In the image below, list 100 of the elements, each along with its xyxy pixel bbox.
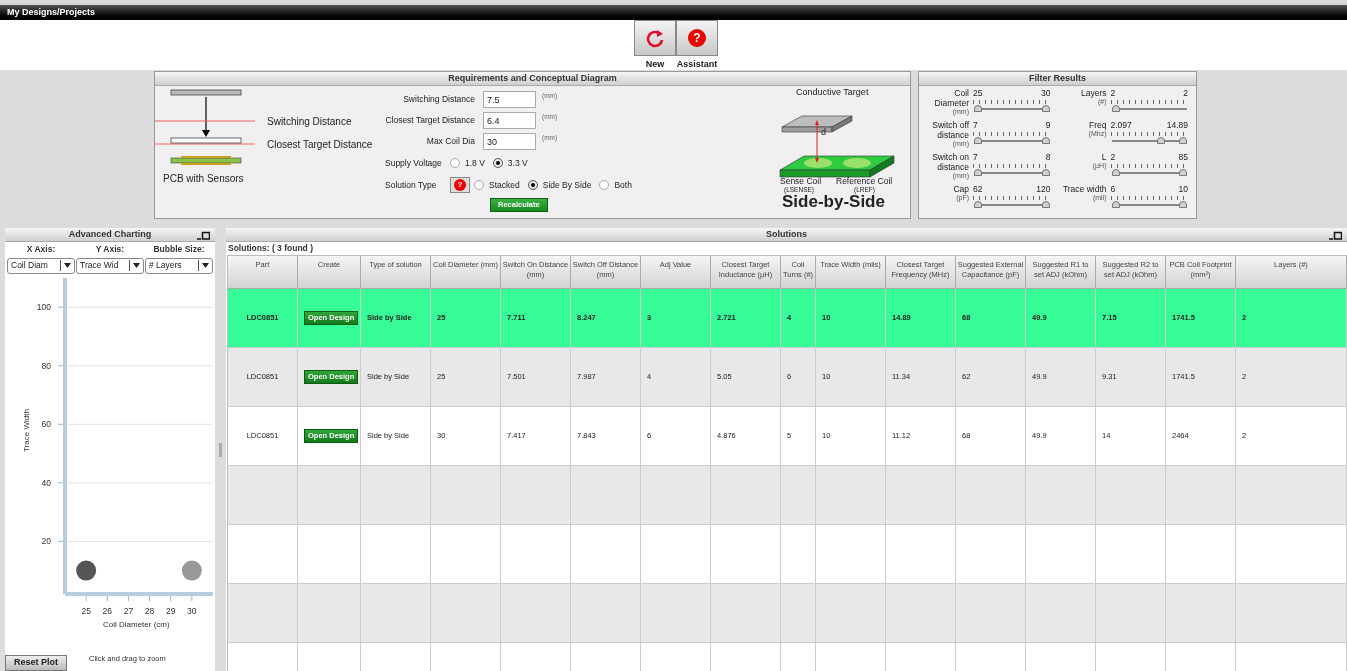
toolbar-label: Assistant <box>676 58 718 71</box>
axis-title: Trace Width <box>21 408 31 452</box>
tick-label: 28 <box>143 605 156 616</box>
slider-track[interactable] <box>1111 169 1187 177</box>
slider-label: L <box>1101 152 1107 162</box>
radio-option[interactable]: Side By Side <box>527 178 592 192</box>
window-controls-icon <box>196 231 210 240</box>
axis-dropdown[interactable]: Trace Wid <box>76 257 144 274</box>
tick-label: 100 <box>36 302 51 312</box>
panel-title: Advanced Charting <box>68 227 152 241</box>
tick-label: 20 <box>41 536 51 547</box>
max-value: 14.89 <box>1166 120 1188 130</box>
slider-track[interactable] <box>974 137 1050 145</box>
slider-thumb[interactable] <box>1041 105 1050 112</box>
text-field[interactable]: 6.4 <box>483 112 536 129</box>
refresh-button[interactable] <box>634 20 676 56</box>
reset-plot-button[interactable]: Reset Plot <box>5 655 67 671</box>
slider-thumb[interactable] <box>1111 105 1120 112</box>
min-value: 6 <box>1110 184 1116 194</box>
axis-label: X Axis: <box>25 243 57 256</box>
text-field[interactable]: 30 <box>483 133 536 150</box>
tick-label: 80 <box>41 360 51 371</box>
axis-label: Y Axis: <box>94 243 126 256</box>
radio-option[interactable]: Both <box>599 178 632 192</box>
refresh-icon <box>645 28 665 48</box>
slider-thumb[interactable] <box>1179 201 1187 208</box>
tick-label: 26 <box>101 605 113 616</box>
diagram-label: d <box>821 126 826 139</box>
slider-thumb[interactable] <box>1041 137 1050 144</box>
axis-dropdown[interactable]: # Layers <box>145 257 213 274</box>
slider-thumb[interactable] <box>974 169 982 176</box>
slider-track[interactable] <box>974 201 1050 209</box>
min-value: 2.097 <box>1110 120 1132 130</box>
bubble[interactable] <box>76 560 97 581</box>
empty-table-cell <box>781 465 816 525</box>
text-field[interactable]: 7.5 <box>483 91 536 108</box>
tick-label: 60 <box>41 419 51 430</box>
tick-label: 25 <box>80 605 92 616</box>
axis-label: Bubble Size: <box>152 243 206 256</box>
help-button[interactable]: ? <box>676 20 718 56</box>
field-label: Closest Target Distance <box>384 114 476 127</box>
slider-thumb[interactable] <box>1111 201 1120 208</box>
max-value: 30 <box>1041 88 1051 98</box>
slider-track[interactable] <box>1111 137 1187 145</box>
diagram-label: PCB with Sensors <box>163 172 244 186</box>
max-value: 85 <box>1178 152 1188 162</box>
empty-table-cell <box>781 524 816 584</box>
min-value: 2 <box>1110 88 1116 98</box>
slider-label: Cap <box>953 184 969 194</box>
help-icon: ? <box>688 29 706 47</box>
slider-track[interactable] <box>974 169 1050 177</box>
slider-track[interactable] <box>974 105 1050 113</box>
tick-label: 40 <box>41 477 51 488</box>
slider-track[interactable] <box>1111 105 1187 113</box>
max-value: 2 <box>1183 88 1188 98</box>
diagram-label: Reference Coil <box>836 177 893 186</box>
radio-option[interactable]: Stacked <box>474 178 520 192</box>
field-label: Switching Distance <box>402 93 476 106</box>
slider-thumb[interactable] <box>1041 201 1050 208</box>
min-value: 2 <box>1110 152 1116 162</box>
panel-title: Filter Results <box>1029 71 1086 85</box>
slider-thumb[interactable] <box>1179 169 1187 176</box>
window-title: My Designs/Projects <box>7 5 96 19</box>
slider-thumb[interactable] <box>1179 137 1187 144</box>
slider-label: Trace width <box>1062 184 1107 194</box>
slider-thumb[interactable] <box>974 137 982 144</box>
max-value: 9 <box>1045 120 1051 130</box>
max-value: 120 <box>1036 184 1051 194</box>
min-value: 25 <box>973 88 983 98</box>
window-controls-icon <box>1328 231 1342 240</box>
toolbar-label: New <box>645 58 665 71</box>
slider-thumb[interactable] <box>974 201 982 208</box>
field-label: Supply Voltage <box>384 156 443 170</box>
radio-option[interactable]: 1.8 V <box>450 156 485 170</box>
min-value: 7 <box>973 120 978 130</box>
results-summary: Solutions: ( 3 found ) <box>227 242 314 255</box>
slider-thumb[interactable] <box>1041 169 1050 176</box>
diagram-caption: Side-by-Side <box>782 192 885 212</box>
diagram-label: Switching Distance <box>267 115 352 129</box>
slider-thumb[interactable] <box>974 105 982 112</box>
panel-title: Requirements and Conceptual Diagram <box>448 71 617 85</box>
min-value: 62 <box>973 184 983 194</box>
panel-title: Solutions <box>766 228 807 241</box>
slider-label: Freq <box>1089 120 1107 130</box>
caret-icon <box>133 263 140 269</box>
slider-label: Coil Diameter <box>933 88 969 108</box>
caret-icon <box>64 263 71 269</box>
tick-label: 30 <box>186 605 198 616</box>
slider-thumb[interactable] <box>1157 137 1166 144</box>
help-button[interactable]: ? <box>450 177 470 193</box>
axis-title: Coil Diameter (cm) <box>103 619 170 629</box>
min-value: 7 <box>973 152 978 162</box>
axis-dropdown[interactable]: Coil Diam <box>7 257 75 274</box>
empty-table-cell <box>781 583 816 643</box>
slider-track[interactable] <box>1111 201 1187 209</box>
slider-label: Switch off distance <box>931 120 969 140</box>
radio-option[interactable]: 3.3 V <box>492 156 528 170</box>
slider-thumb[interactable] <box>1111 169 1120 176</box>
field-label: Solution Type <box>384 178 438 192</box>
max-value: 8 <box>1045 152 1051 162</box>
